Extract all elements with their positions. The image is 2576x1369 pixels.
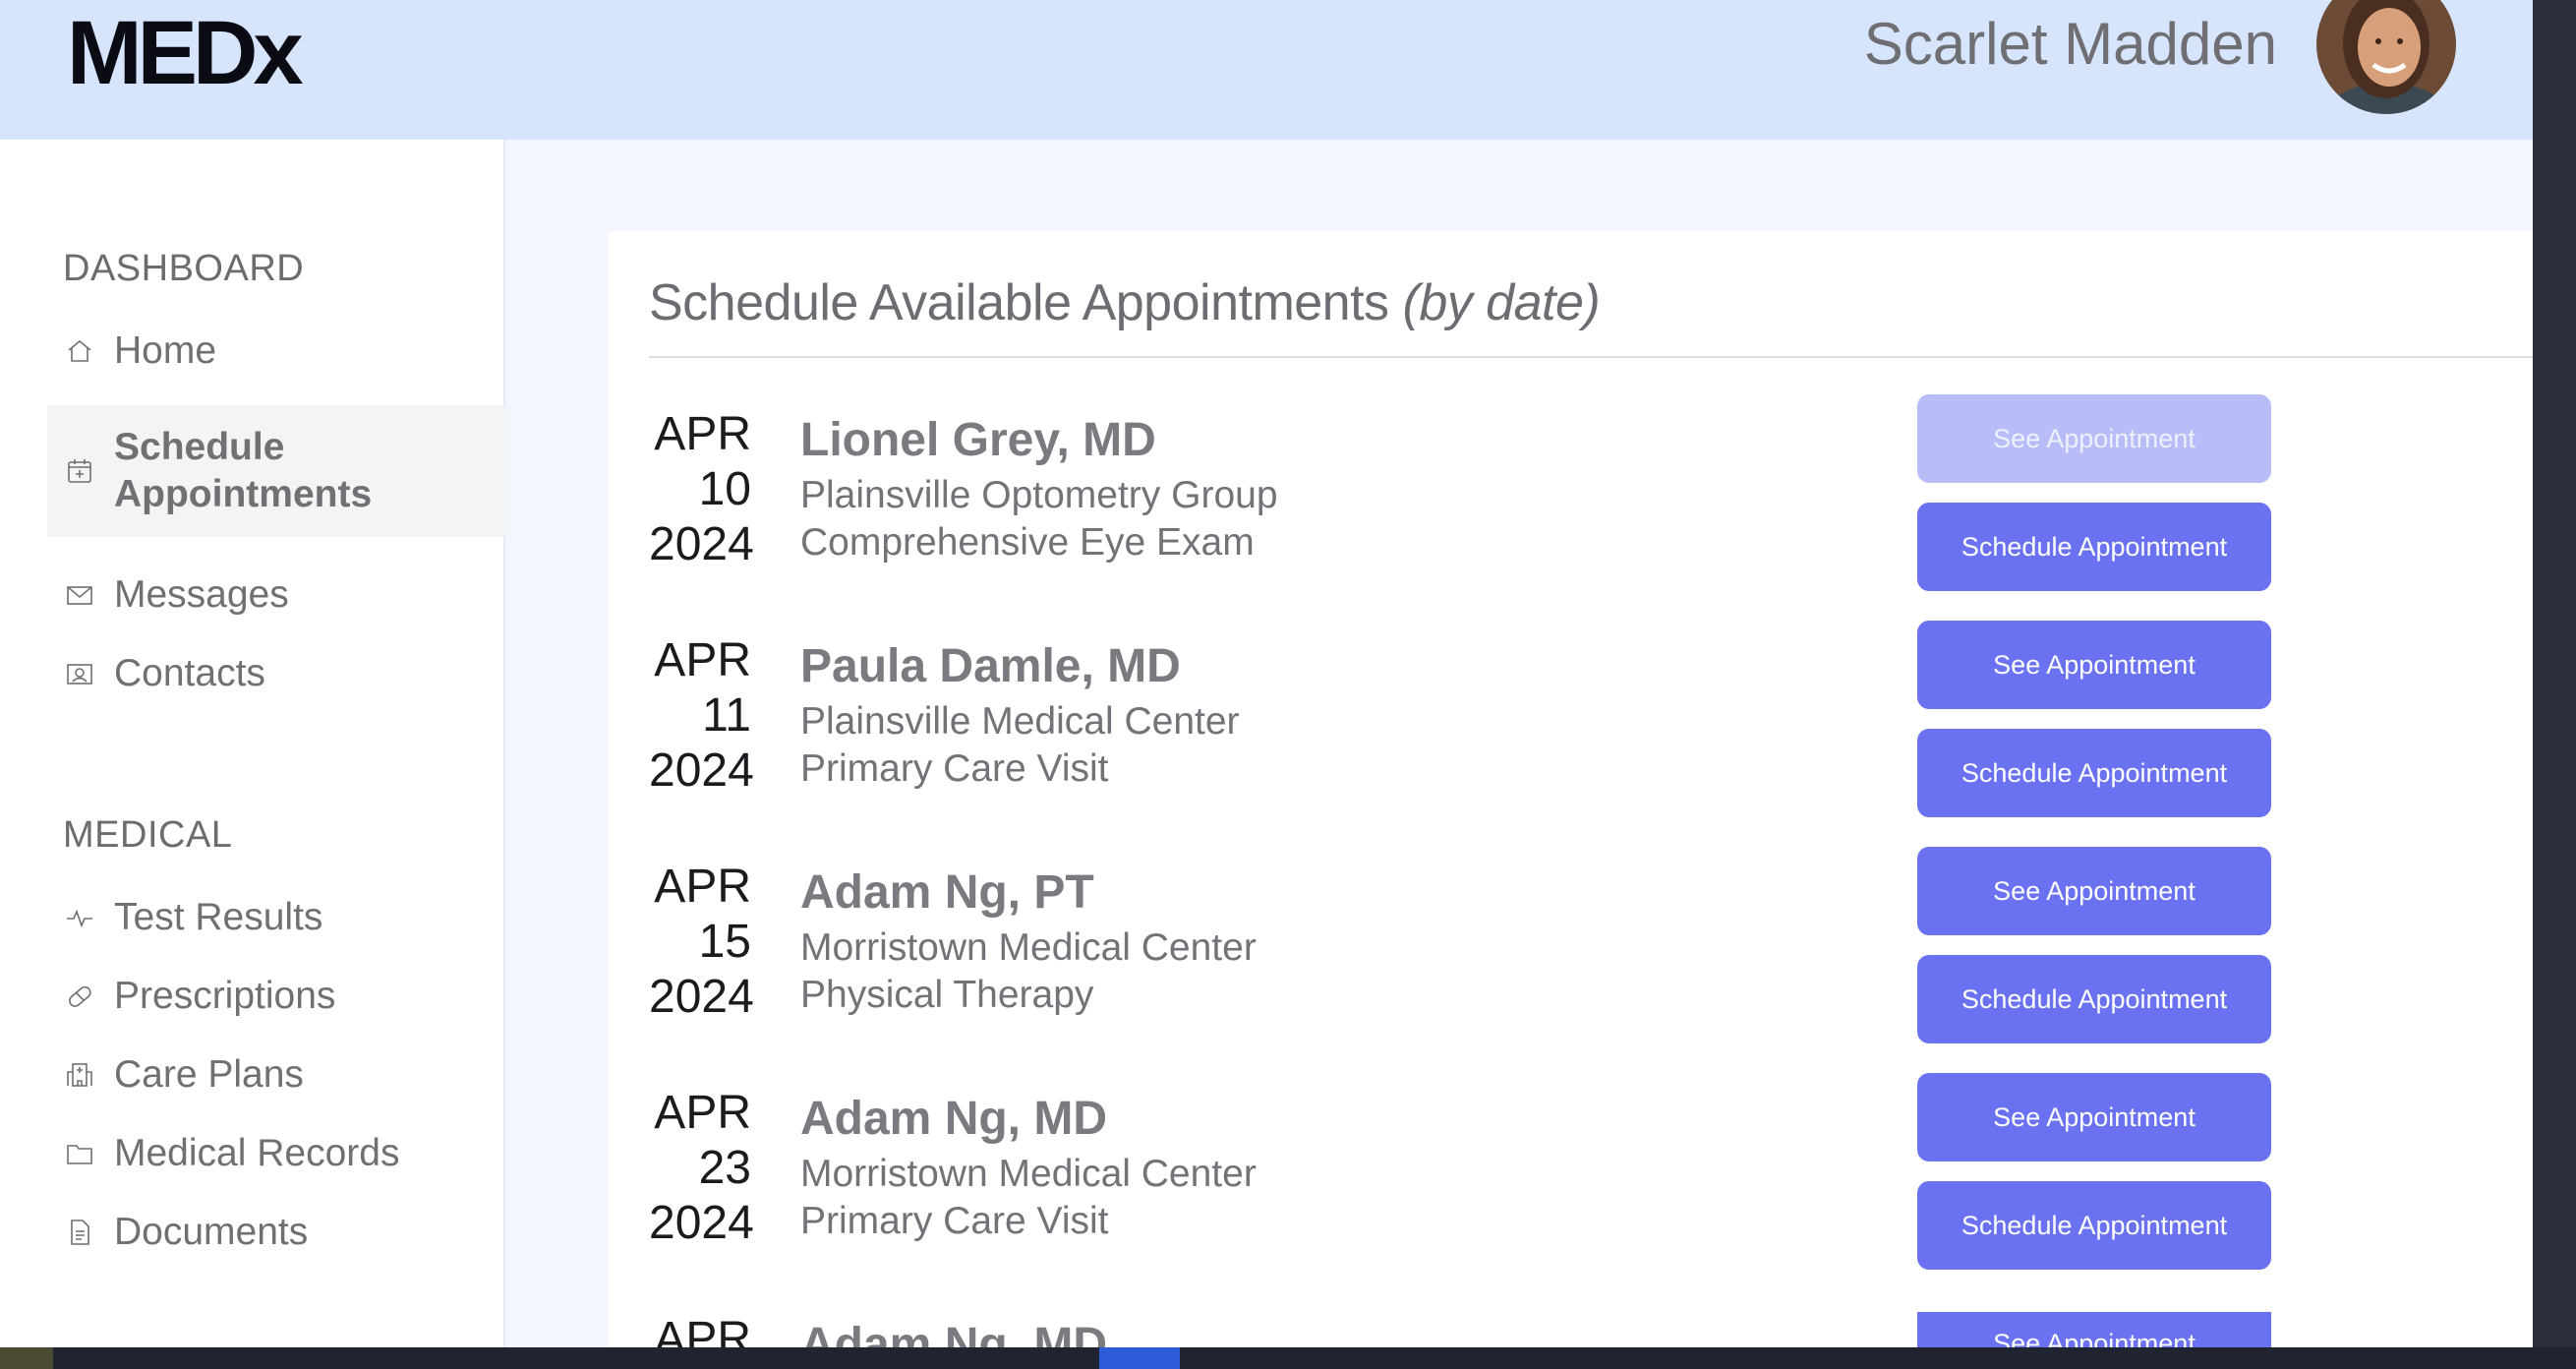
appointment-row: APR 15 2024 Adam Ng, PT Morristown Medic… bbox=[649, 847, 2281, 1086]
sidebar-item-label: Documents bbox=[114, 1211, 309, 1253]
visit-type: Primary Care Visit bbox=[800, 747, 1109, 790]
page-title: Schedule Available Appointments (by date… bbox=[649, 273, 1601, 332]
dock-active-indicator bbox=[1099, 1347, 1180, 1369]
sidebar-item-label: Care Plans bbox=[114, 1053, 304, 1096]
sidebar-item-documents[interactable]: Documents bbox=[47, 1198, 505, 1267]
app-logo[interactable]: MEDx bbox=[67, 2, 304, 105]
date-year: 2024 bbox=[649, 971, 754, 1023]
title-divider bbox=[649, 356, 2533, 358]
document-icon bbox=[63, 1216, 96, 1249]
doctor-name: Adam Ng, MD bbox=[800, 1319, 1107, 1347]
visit-type: Physical Therapy bbox=[800, 974, 1094, 1016]
page-title-suffix: (by date) bbox=[1402, 274, 1601, 331]
see-appointment-button[interactable]: See Appointment bbox=[1917, 394, 2271, 483]
pill-icon bbox=[63, 980, 96, 1013]
sidebar-item-home[interactable]: Home bbox=[47, 317, 505, 386]
dashboard-section-title: DASHBOARD bbox=[63, 248, 305, 289]
appointment-date: APR 15 2024 bbox=[649, 860, 754, 1025]
schedule-appointment-button[interactable]: Schedule Appointment bbox=[1917, 503, 2271, 591]
folder-icon bbox=[63, 1137, 96, 1170]
date-year: 2024 bbox=[649, 1197, 754, 1249]
clinic-name: Plainsville Optometry Group bbox=[800, 474, 1278, 516]
sidebar-item-label: Test Results bbox=[114, 896, 323, 938]
sidebar-item-care-plans[interactable]: Care Plans bbox=[47, 1041, 505, 1109]
sidebar-item-schedule-appointments[interactable]: Schedule Appointments bbox=[47, 405, 505, 537]
system-dock bbox=[0, 1347, 2576, 1369]
sidebar-item-test-results[interactable]: Test Results bbox=[47, 883, 505, 952]
date-day: 11 bbox=[702, 689, 751, 742]
sidebar-item-label: Prescriptions bbox=[114, 975, 336, 1017]
pulse-icon bbox=[63, 901, 96, 934]
see-appointment-button[interactable]: See Appointment bbox=[1917, 1312, 2271, 1347]
date-day: 15 bbox=[698, 916, 751, 968]
sidebar-item-label: Home bbox=[114, 329, 217, 372]
contact-card-icon bbox=[63, 657, 96, 690]
appointment-row: APR 23 2024 Adam Ng, MD Morristown Medic… bbox=[649, 1073, 2281, 1312]
doctor-name: Adam Ng, PT bbox=[800, 866, 1094, 919]
doctor-name: Adam Ng, MD bbox=[800, 1093, 1107, 1145]
clinic-name: Morristown Medical Center bbox=[800, 1153, 1257, 1195]
sidebar-item-prescriptions[interactable]: Prescriptions bbox=[47, 962, 505, 1031]
appointment-date: APR 10 2024 bbox=[649, 407, 754, 572]
date-year: 2024 bbox=[649, 744, 754, 797]
calendar-plus-icon bbox=[63, 454, 96, 488]
clinic-name: Morristown Medical Center bbox=[800, 926, 1257, 969]
sidebar: DASHBOARD Home Schedule Appointments Mes… bbox=[0, 140, 505, 1347]
date-day: 10 bbox=[698, 463, 751, 515]
page-title-text: Schedule Available Appointments bbox=[649, 274, 1389, 331]
top-header: MEDx Scarlet Madden bbox=[0, 0, 2533, 140]
sidebar-item-label: Medical Records bbox=[114, 1132, 400, 1174]
medical-section-title: MEDICAL bbox=[63, 814, 233, 856]
doctor-name: Lionel Grey, MD bbox=[800, 414, 1156, 466]
user-name: Scarlet Madden bbox=[1863, 11, 2277, 77]
avatar[interactable] bbox=[2316, 0, 2456, 114]
doctor-name: Paula Damle, MD bbox=[800, 640, 1181, 692]
sidebar-item-label: Messages bbox=[114, 573, 289, 616]
envelope-icon bbox=[63, 578, 96, 612]
date-month: APR bbox=[654, 634, 751, 686]
sidebar-item-contacts[interactable]: Contacts bbox=[47, 639, 505, 708]
see-appointment-button[interactable]: See Appointment bbox=[1917, 1073, 2271, 1161]
hospital-icon bbox=[63, 1058, 96, 1092]
clinic-name: Plainsville Medical Center bbox=[800, 700, 1240, 743]
visit-type: Primary Care Visit bbox=[800, 1200, 1109, 1242]
appointment-date: APR bbox=[649, 1312, 751, 1347]
appointment-row: APR 10 2024 Lionel Grey, MD Plainsville … bbox=[649, 394, 2281, 633]
date-year: 2024 bbox=[649, 518, 754, 570]
appointment-date: APR 23 2024 bbox=[649, 1086, 754, 1251]
visit-type: Comprehensive Eye Exam bbox=[800, 521, 1255, 564]
sidebar-item-label: Contacts bbox=[114, 652, 265, 694]
appointment-row: APR 11 2024 Paula Damle, MD Plainsville … bbox=[649, 621, 2281, 860]
date-month: APR bbox=[654, 408, 751, 460]
appointment-date: APR 11 2024 bbox=[649, 633, 754, 799]
see-appointment-button[interactable]: See Appointment bbox=[1917, 621, 2271, 709]
date-day: 23 bbox=[698, 1142, 751, 1194]
app-window: MEDx Scarlet Madden DASHBOARD Home Sched… bbox=[0, 0, 2533, 1347]
schedule-appointment-button[interactable]: Schedule Appointment bbox=[1917, 955, 2271, 1043]
date-month: APR bbox=[654, 1087, 751, 1139]
appointment-row: APR Adam Ng, MD See Appointment bbox=[649, 1312, 2281, 1347]
see-appointment-button[interactable]: See Appointment bbox=[1917, 847, 2271, 935]
date-month: APR bbox=[654, 1313, 751, 1347]
sidebar-item-messages[interactable]: Messages bbox=[47, 561, 505, 629]
sidebar-item-medical-records[interactable]: Medical Records bbox=[47, 1119, 505, 1188]
schedule-appointment-button[interactable]: Schedule Appointment bbox=[1917, 1181, 2271, 1270]
schedule-appointment-button[interactable]: Schedule Appointment bbox=[1917, 729, 2271, 817]
dock-thumbnail bbox=[0, 1347, 53, 1369]
home-icon bbox=[63, 334, 96, 368]
date-month: APR bbox=[654, 861, 751, 913]
sidebar-item-label: Schedule Appointments bbox=[114, 426, 373, 515]
